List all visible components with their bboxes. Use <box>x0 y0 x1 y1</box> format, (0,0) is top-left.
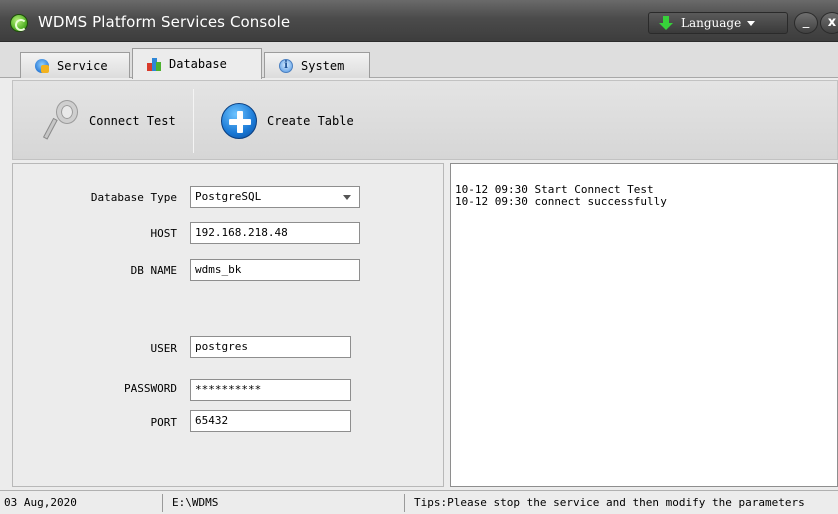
log-output[interactable]: 10-12 09:30 Start Connect Test 10-12 09:… <box>450 163 838 487</box>
app-window: WDMS Platform Services Console Language … <box>0 0 838 514</box>
host-label: HOST <box>150 227 178 240</box>
database-type-select[interactable]: PostgreSQL <box>190 186 360 208</box>
create-table-button[interactable]: Create Table <box>221 81 354 161</box>
window-title: WDMS Platform Services Console <box>38 13 291 31</box>
info-icon: i <box>279 58 293 73</box>
title-bar[interactable]: WDMS Platform Services Console Language … <box>0 0 838 42</box>
user-input[interactable]: postgres <box>190 336 351 358</box>
host-input[interactable]: 192.168.218.48 <box>190 222 360 244</box>
port-input[interactable]: 65432 <box>190 410 351 432</box>
database-type-value: PostgreSQL <box>195 190 262 203</box>
tab-database[interactable]: Database <box>132 48 262 79</box>
user-label: USER <box>150 342 178 355</box>
close-button[interactable]: x <box>820 12 838 34</box>
password-input[interactable]: ********** <box>190 379 351 401</box>
create-table-label: Create Table <box>267 114 354 128</box>
status-date: 03 Aug,2020 <box>4 496 77 509</box>
chevron-down-icon <box>747 20 756 26</box>
tab-database-label: Database <box>169 57 227 71</box>
plus-icon <box>221 103 257 139</box>
log-line: 10-12 09:30 connect successfully <box>455 195 667 208</box>
tab-system[interactable]: i System <box>264 52 370 78</box>
status-bar: 03 Aug,2020 E:\WDMS Tips:Please stop the… <box>0 490 838 514</box>
key-icon <box>42 99 79 143</box>
database-type-label: Database Type <box>90 191 177 204</box>
db-name-input[interactable]: wdms_bk <box>190 259 360 281</box>
toolbar-divider <box>193 89 194 153</box>
tab-system-label: System <box>301 58 345 73</box>
tab-service[interactable]: Service <box>20 52 130 78</box>
tab-service-label: Service <box>57 58 108 73</box>
status-divider <box>404 494 405 512</box>
service-icon <box>35 58 49 73</box>
chevron-down-icon <box>343 195 351 200</box>
status-path: E:\WDMS <box>172 496 219 509</box>
database-icon <box>147 57 161 71</box>
minimize-button[interactable]: _ <box>794 12 818 34</box>
status-divider <box>162 494 163 512</box>
connect-test-button[interactable]: Connect Test <box>42 81 176 161</box>
download-arrow-icon <box>659 16 673 30</box>
port-label: PORT <box>150 416 178 429</box>
password-label: PASSWORD <box>124 382 177 395</box>
connect-test-label: Connect Test <box>89 114 176 128</box>
status-tips: Tips:Please stop the service and then mo… <box>414 496 805 509</box>
app-logo-icon <box>10 14 28 32</box>
toolbar: Connect Test Create Table <box>12 80 838 160</box>
tab-strip: Service Database i System <box>0 42 838 79</box>
db-name-label: DB NAME <box>130 264 177 277</box>
language-label: Language <box>681 16 742 30</box>
language-button[interactable]: Language <box>648 12 788 34</box>
database-settings-panel: Database Type PostgreSQL HOST 192.168.21… <box>12 163 444 487</box>
